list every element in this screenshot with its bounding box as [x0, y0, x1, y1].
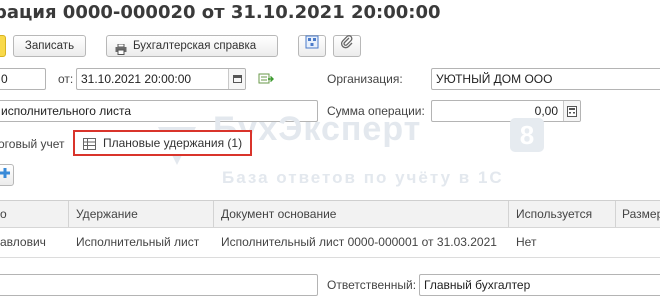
column-header-employee[interactable]: о: [0, 201, 7, 227]
date-value: 31.10.2021 20:00:00: [81, 72, 192, 86]
sum-label: Сумма операции:: [327, 104, 425, 118]
column-header-basis-document[interactable]: Документ основание: [221, 201, 336, 227]
paperclip-icon: [340, 35, 354, 57]
organization-field[interactable]: УЮТНЫЙ ДОМ ООО: [431, 68, 660, 90]
basis-field[interactable]: исполнительного листа: [0, 100, 318, 122]
column-header-amount[interactable]: Размер: [622, 201, 660, 227]
calendar-icon[interactable]: [228, 69, 245, 89]
organization-label: Организация:: [327, 72, 403, 86]
column-divider: [68, 201, 69, 227]
tab-planned-deductions-label: Плановые удержания (1): [103, 136, 243, 150]
column-divider: [213, 201, 214, 227]
record-button-label: Записать: [24, 40, 75, 52]
add-row-button[interactable]: [0, 164, 14, 186]
structure-icon: [305, 35, 319, 57]
tab-tax-accounting[interactable]: оговый учет: [0, 134, 65, 154]
basis-value: исполнительного листа: [1, 104, 131, 118]
record-button[interactable]: Записать: [13, 35, 86, 57]
number-field[interactable]: 0: [0, 68, 46, 90]
add-icon: [0, 164, 10, 186]
attach-button[interactable]: [333, 35, 361, 57]
organization-value: УЮТНЫЙ ДОМ ООО: [436, 72, 553, 86]
date-label: от:: [58, 72, 74, 86]
post-and-close-button[interactable]: [0, 35, 6, 57]
history-icon[interactable]: [258, 72, 274, 91]
tab-table-icon: [83, 137, 96, 155]
comment-field[interactable]: [0, 274, 318, 296]
structure-button[interactable]: [298, 35, 326, 57]
cell-deduction: Исполнительный лист: [76, 235, 200, 249]
watermark-digit-badge: 8: [510, 118, 544, 152]
accounting-report-label: Бухгалтерская справка: [133, 40, 257, 52]
tab-planned-deductions[interactable]: Плановые удержания (1): [73, 130, 252, 156]
table-header: о Удержание Документ основание Используе…: [0, 201, 660, 228]
responsible-label: Ответственный:: [327, 278, 417, 292]
date-field[interactable]: 31.10.2021 20:00:00: [76, 68, 246, 90]
responsible-value: Главный бухгалтер: [424, 278, 531, 292]
column-divider: [508, 201, 509, 227]
cell-used: Нет: [516, 235, 537, 249]
accounting-report-button[interactable]: Бухгалтерская справка: [106, 35, 278, 57]
deductions-table: о Удержание Документ основание Используе…: [0, 200, 660, 258]
watermark-tagline: База ответов по учёту в 1С: [222, 168, 504, 187]
cell-employee: авлович: [0, 235, 46, 249]
column-divider: [615, 201, 616, 227]
table-row[interactable]: авлович Исполнительный лист Исполнительн…: [0, 228, 660, 256]
responsible-field[interactable]: Главный бухгалтер: [419, 274, 660, 296]
calculator-icon[interactable]: [563, 101, 580, 121]
page-title: рация 0000-000020 от 31.10.2021 20:00:00: [0, 2, 441, 23]
sum-field[interactable]: 0,00: [431, 100, 581, 122]
column-header-deduction[interactable]: Удержание: [76, 201, 138, 227]
number-value: 0: [1, 72, 8, 86]
column-header-used[interactable]: Используется: [516, 201, 592, 227]
cell-basis-document: Исполнительный лист 0000-000001 от 31.03…: [221, 235, 497, 249]
sum-value: 0,00: [534, 104, 558, 118]
printer-icon: [115, 41, 127, 55]
